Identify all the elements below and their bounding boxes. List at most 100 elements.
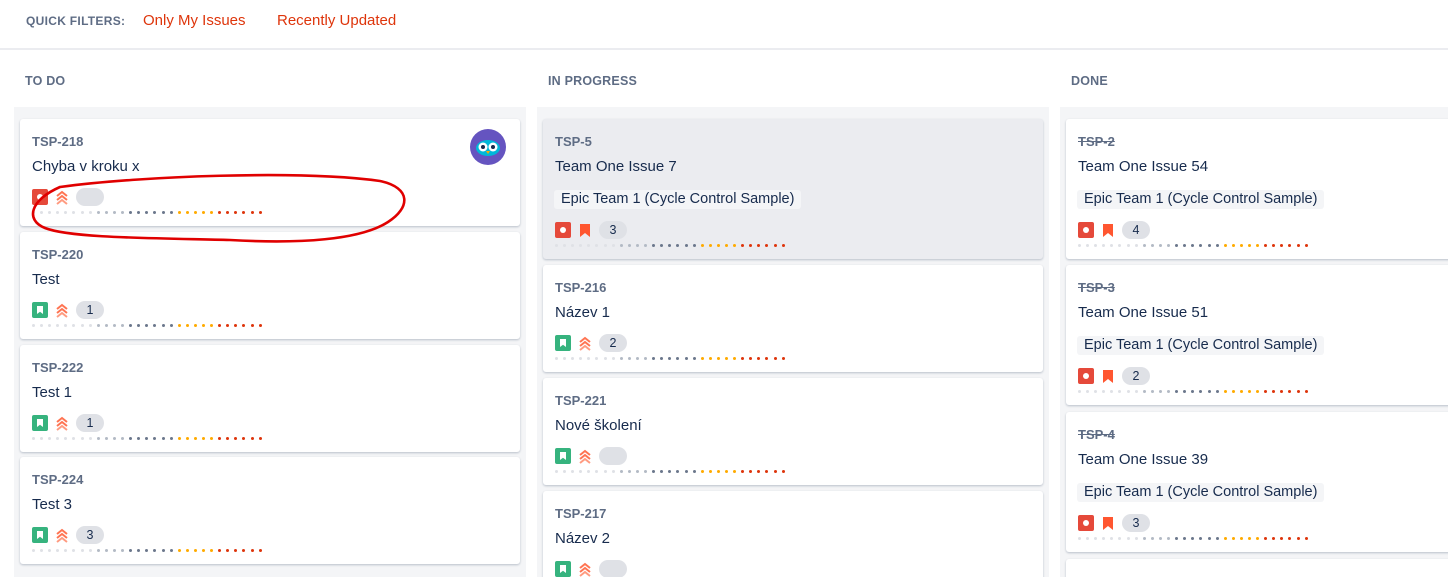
day-dot [555, 357, 558, 360]
day-dot [121, 211, 125, 214]
day-dot [1183, 244, 1187, 247]
day-dot [72, 437, 76, 440]
issue-summary: Název 2 [555, 530, 611, 547]
issue-key[interactable]: TSP-224 [32, 472, 83, 487]
day-dot [611, 244, 615, 247]
day-dot [64, 324, 68, 327]
issue-card[interactable]: TSP-217 Název 2 [543, 491, 1043, 577]
story-icon [32, 415, 48, 431]
day-dot [1247, 390, 1251, 393]
day-dot [64, 437, 68, 440]
epic-label[interactable]: Epic Team 1 (Cycle Control Sample) [1077, 190, 1325, 209]
highest-priority-icon [577, 561, 593, 577]
day-dot [1223, 537, 1227, 540]
day-dot [716, 244, 720, 247]
day-dot [1094, 390, 1098, 393]
day-dot [684, 470, 688, 473]
day-dot [1223, 390, 1227, 393]
issue-summary: Team One Issue 39 [1078, 451, 1209, 468]
issue-card[interactable]: TSP-224 Test 3 3 [20, 457, 520, 564]
day-dot [40, 549, 44, 552]
day-dot [96, 211, 100, 214]
issue-key[interactable]: TSP-221 [555, 393, 606, 408]
day-dot [668, 357, 672, 360]
filter-only-my-issues[interactable]: Only My Issues [143, 12, 246, 29]
day-dot [1110, 244, 1114, 247]
issue-card[interactable]: TSP-4 Team One Issue 39 Epic Team 1 (Cyc… [1066, 412, 1448, 552]
day-dot [1231, 244, 1235, 247]
issue-card[interactable]: TSP-220 Test 1 [20, 232, 520, 339]
issue-card[interactable] [1066, 559, 1448, 577]
day-dot [619, 244, 623, 247]
day-dot [660, 357, 664, 360]
issue-card[interactable]: TSP-2 Team One Issue 54 Epic Team 1 (Cyc… [1066, 119, 1448, 259]
issue-key[interactable]: TSP-216 [555, 280, 606, 295]
day-dot [676, 244, 680, 247]
issue-key[interactable]: TSP-217 [555, 506, 606, 521]
column-title-done: DONE [1071, 74, 1108, 88]
day-dot [153, 324, 157, 327]
issue-key[interactable]: TSP-4 [1078, 427, 1115, 442]
assignee-avatar[interactable] [470, 129, 506, 165]
day-dot [56, 211, 60, 214]
issue-card[interactable]: TSP-3 Team One Issue 51 Epic Team 1 (Cyc… [1066, 265, 1448, 405]
day-dot [684, 357, 688, 360]
day-dot [234, 211, 238, 214]
issue-summary: Název 1 [555, 304, 611, 321]
day-dot [161, 437, 165, 440]
day-dot [145, 211, 149, 214]
day-dot [112, 437, 116, 440]
issue-card[interactable]: TSP-218 Chyba v kroku x [20, 119, 520, 226]
issue-card[interactable]: TSP-5 Team One Issue 7 Epic Team 1 (Cycl… [543, 119, 1043, 259]
estimate-badge: 2 [599, 334, 627, 352]
epic-label[interactable]: Epic Team 1 (Cycle Control Sample) [554, 190, 802, 209]
issue-key[interactable]: TSP-2 [1078, 134, 1115, 149]
day-dot [1086, 537, 1090, 540]
day-dot [201, 324, 205, 327]
day-dot [40, 437, 44, 440]
issue-card[interactable]: TSP-221 Nové školení [543, 378, 1043, 485]
day-dot [765, 357, 769, 360]
filter-recently-updated[interactable]: Recently Updated [277, 12, 396, 29]
issue-summary: Team One Issue 54 [1078, 158, 1209, 175]
day-dot [1215, 390, 1219, 393]
column-in-progress: TSP-5 Team One Issue 7 Epic Team 1 (Cycl… [537, 107, 1049, 577]
day-dot [1175, 390, 1179, 393]
day-dot [1158, 244, 1162, 247]
day-dot [708, 244, 712, 247]
issue-card[interactable]: TSP-222 Test 1 1 [20, 345, 520, 452]
day-dot [781, 244, 785, 247]
day-dot [579, 470, 583, 473]
day-dot [112, 211, 116, 214]
days-in-column-indicator [1078, 390, 1308, 393]
issue-key[interactable]: TSP-220 [32, 247, 83, 262]
owl-avatar-icon [476, 140, 500, 156]
day-dot [733, 244, 737, 247]
issue-key[interactable]: TSP-5 [555, 134, 592, 149]
highest-priority-icon [54, 189, 70, 205]
day-dot [1304, 390, 1308, 393]
day-dot [121, 549, 125, 552]
day-dot [177, 549, 181, 552]
issue-card[interactable]: TSP-216 Název 1 2 [543, 265, 1043, 372]
story-icon [32, 527, 48, 543]
day-dot [177, 211, 181, 214]
days-in-column-indicator [555, 357, 785, 360]
epic-label[interactable]: Epic Team 1 (Cycle Control Sample) [1077, 483, 1325, 502]
day-dot [88, 211, 92, 214]
day-dot [80, 324, 84, 327]
day-dot [104, 549, 108, 552]
day-dot [749, 244, 753, 247]
day-dot [1126, 390, 1130, 393]
issue-key[interactable]: TSP-222 [32, 360, 83, 375]
day-dot [145, 437, 149, 440]
day-dot [765, 244, 769, 247]
day-dot [1272, 537, 1276, 540]
issue-key[interactable]: TSP-3 [1078, 280, 1115, 295]
bug-icon [1078, 368, 1094, 384]
day-dot [64, 549, 68, 552]
issue-key[interactable]: TSP-218 [32, 134, 83, 149]
epic-label[interactable]: Epic Team 1 (Cycle Control Sample) [1077, 336, 1325, 355]
day-dot [1175, 244, 1179, 247]
day-dot [104, 211, 108, 214]
